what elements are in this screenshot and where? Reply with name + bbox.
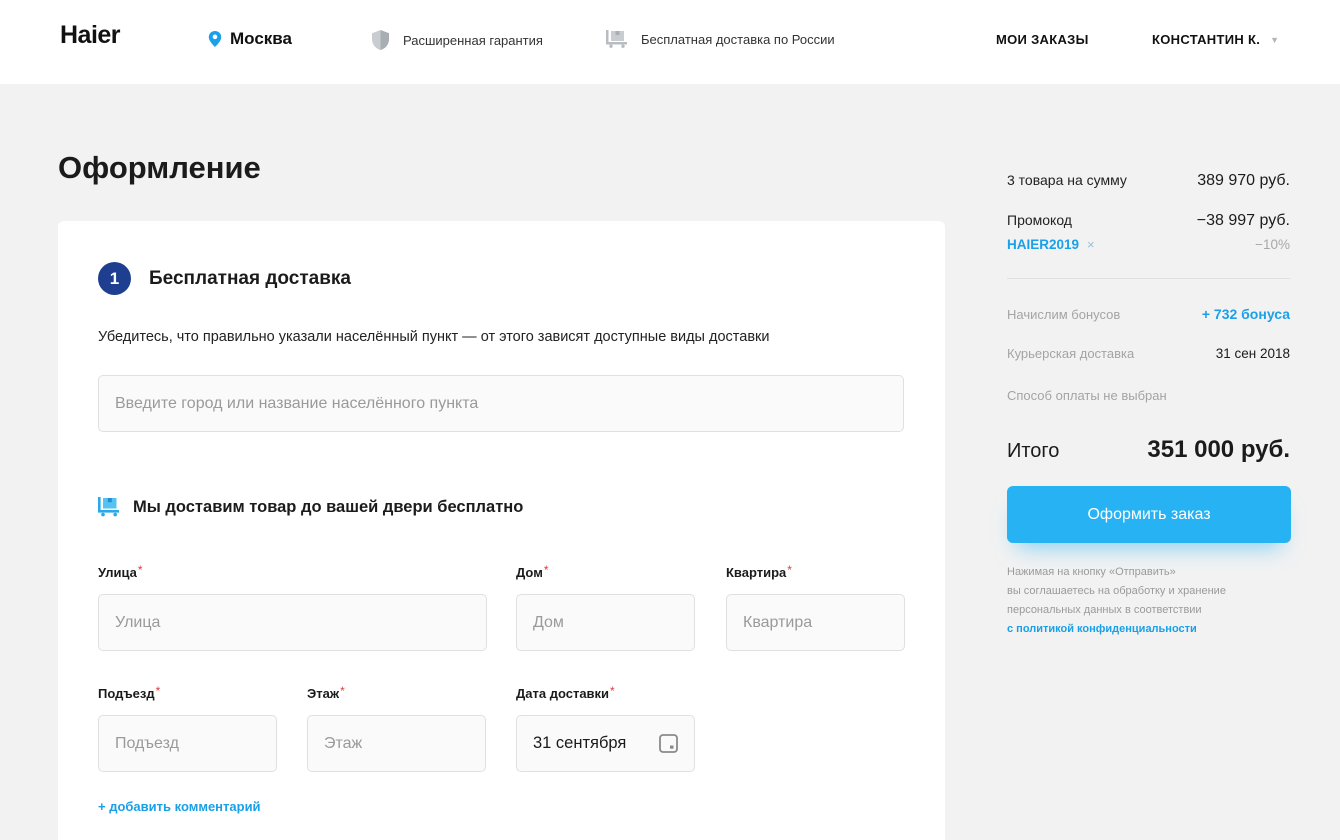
street-label: Улица* bbox=[98, 563, 143, 580]
apartment-label-text: Квартира bbox=[726, 565, 787, 580]
entrance-label: Подъезд* bbox=[98, 684, 161, 701]
checkout-card: 1 Бесплатная доставка Убедитесь, что пра… bbox=[58, 221, 945, 840]
street-input[interactable] bbox=[98, 594, 487, 651]
legal-line: персональных данных в соответствии bbox=[1007, 604, 1202, 616]
entrance-label-text: Подъезд bbox=[98, 686, 155, 701]
haier-logo[interactable]: Haier bbox=[60, 21, 121, 50]
house-label: Дом* bbox=[516, 563, 549, 580]
delivery-date-label-text: Дата доставки bbox=[516, 686, 610, 701]
chevron-down-icon: ▼ bbox=[1270, 34, 1280, 45]
bonus-row: Начислим бонусов + 732 бонуса bbox=[1007, 306, 1290, 322]
items-total-row: 3 товара на сумму 389 970 руб. bbox=[1007, 172, 1290, 190]
delivery-label: Бесплатная доставка по России bbox=[641, 31, 835, 47]
warranty-link[interactable]: Расширенная гарантия bbox=[372, 30, 543, 50]
street-label-text: Улица bbox=[98, 565, 137, 580]
city-search-input[interactable] bbox=[98, 375, 904, 432]
top-header: Haier Москва Расширенная гарантия Беспла… bbox=[0, 0, 1340, 84]
entrance-input[interactable] bbox=[98, 715, 277, 772]
legal-notice: Нажимая на кнопку «Отправить» вы соглаша… bbox=[1007, 563, 1291, 639]
calendar-icon bbox=[659, 734, 678, 753]
legal-line: вы соглашаетесь на обработку и хранение bbox=[1007, 585, 1226, 597]
warranty-label: Расширенная гарантия bbox=[403, 32, 543, 48]
shield-icon bbox=[372, 30, 389, 50]
promo-code-text: HAIER2019 bbox=[1007, 237, 1080, 252]
required-mark: * bbox=[543, 563, 549, 577]
floor-label-text: Этаж bbox=[307, 686, 340, 701]
delivery-date-label: Дата доставки* bbox=[516, 684, 615, 701]
total-row: Итого 351 000 руб. bbox=[1007, 436, 1290, 464]
page-title: Оформление bbox=[58, 150, 261, 185]
promo-discount-value: −38 997 руб. bbox=[1196, 212, 1290, 229]
city-selector[interactable]: Москва bbox=[208, 29, 292, 49]
close-icon[interactable]: × bbox=[1087, 237, 1095, 252]
delivery-date-picker[interactable]: 31 сентября bbox=[516, 715, 695, 772]
city-hint: Убедитесь, что правильно указали населён… bbox=[98, 329, 770, 345]
free-delivery-link[interactable]: Бесплатная доставка по России bbox=[606, 30, 835, 48]
delivery-date-value: 31 сентября bbox=[533, 734, 627, 752]
apartment-input[interactable] bbox=[726, 594, 905, 651]
courier-date: 31 сен 2018 bbox=[1215, 346, 1290, 361]
floor-input[interactable] bbox=[307, 715, 486, 772]
payment-status: Способ оплаты не выбран bbox=[1007, 388, 1167, 403]
step-title: Бесплатная доставка bbox=[149, 267, 351, 289]
step-header: 1 Бесплатная доставка bbox=[98, 262, 351, 295]
truck-box-icon bbox=[98, 497, 119, 517]
door-delivery-info: Мы доставим товар до вашей двери бесплат… bbox=[98, 497, 523, 517]
add-comment-link[interactable]: + добавить комментарий bbox=[98, 799, 261, 814]
apartment-label: Квартира* bbox=[726, 563, 792, 580]
bonus-value: + 732 бонуса bbox=[1201, 306, 1290, 322]
city-name: Москва bbox=[230, 29, 292, 48]
required-mark: * bbox=[340, 684, 345, 698]
items-total-value: 389 970 руб. bbox=[1197, 172, 1290, 189]
floor-label: Этаж* bbox=[307, 684, 345, 701]
legal-line: Нажимая на кнопку «Отправить» bbox=[1007, 566, 1176, 578]
required-mark: * bbox=[155, 684, 161, 698]
courier-label: Курьерская доставка bbox=[1007, 346, 1135, 361]
required-mark: * bbox=[787, 563, 792, 577]
total-value: 351 000 руб. bbox=[1147, 436, 1290, 463]
total-label: Итого bbox=[1007, 440, 1060, 462]
promo-label: Промокод bbox=[1007, 212, 1072, 228]
door-delivery-text: Мы доставим товар до вашей двери бесплат… bbox=[133, 497, 524, 516]
privacy-policy-link[interactable]: с политикой конфиденциальности bbox=[1007, 620, 1291, 639]
required-mark: * bbox=[137, 563, 143, 577]
house-label-text: Дом bbox=[516, 565, 543, 580]
step-number-badge: 1 bbox=[98, 262, 131, 295]
location-pin-icon bbox=[208, 31, 222, 47]
promo-row: Промокод −38 997 руб. bbox=[1007, 212, 1290, 230]
house-input[interactable] bbox=[516, 594, 695, 651]
place-order-button[interactable]: Оформить заказ bbox=[1007, 486, 1291, 543]
bonus-label: Начислим бонусов bbox=[1007, 307, 1121, 322]
courier-row: Курьерская доставка 31 сен 2018 bbox=[1007, 346, 1290, 361]
promo-percent: −10% bbox=[1255, 237, 1290, 252]
items-total-label: 3 товара на сумму bbox=[1007, 172, 1127, 188]
required-mark: * bbox=[610, 684, 615, 698]
summary-divider bbox=[1007, 278, 1290, 279]
user-menu[interactable]: КОНСТАНТИН К. ▼ bbox=[1152, 32, 1279, 47]
user-name: КОНСТАНТИН К. bbox=[1152, 32, 1261, 47]
promo-code-tag: HAIER2019 × bbox=[1007, 237, 1095, 252]
my-orders-link[interactable]: МОИ ЗАКАЗЫ bbox=[996, 32, 1089, 47]
truck-box-icon bbox=[606, 30, 627, 48]
